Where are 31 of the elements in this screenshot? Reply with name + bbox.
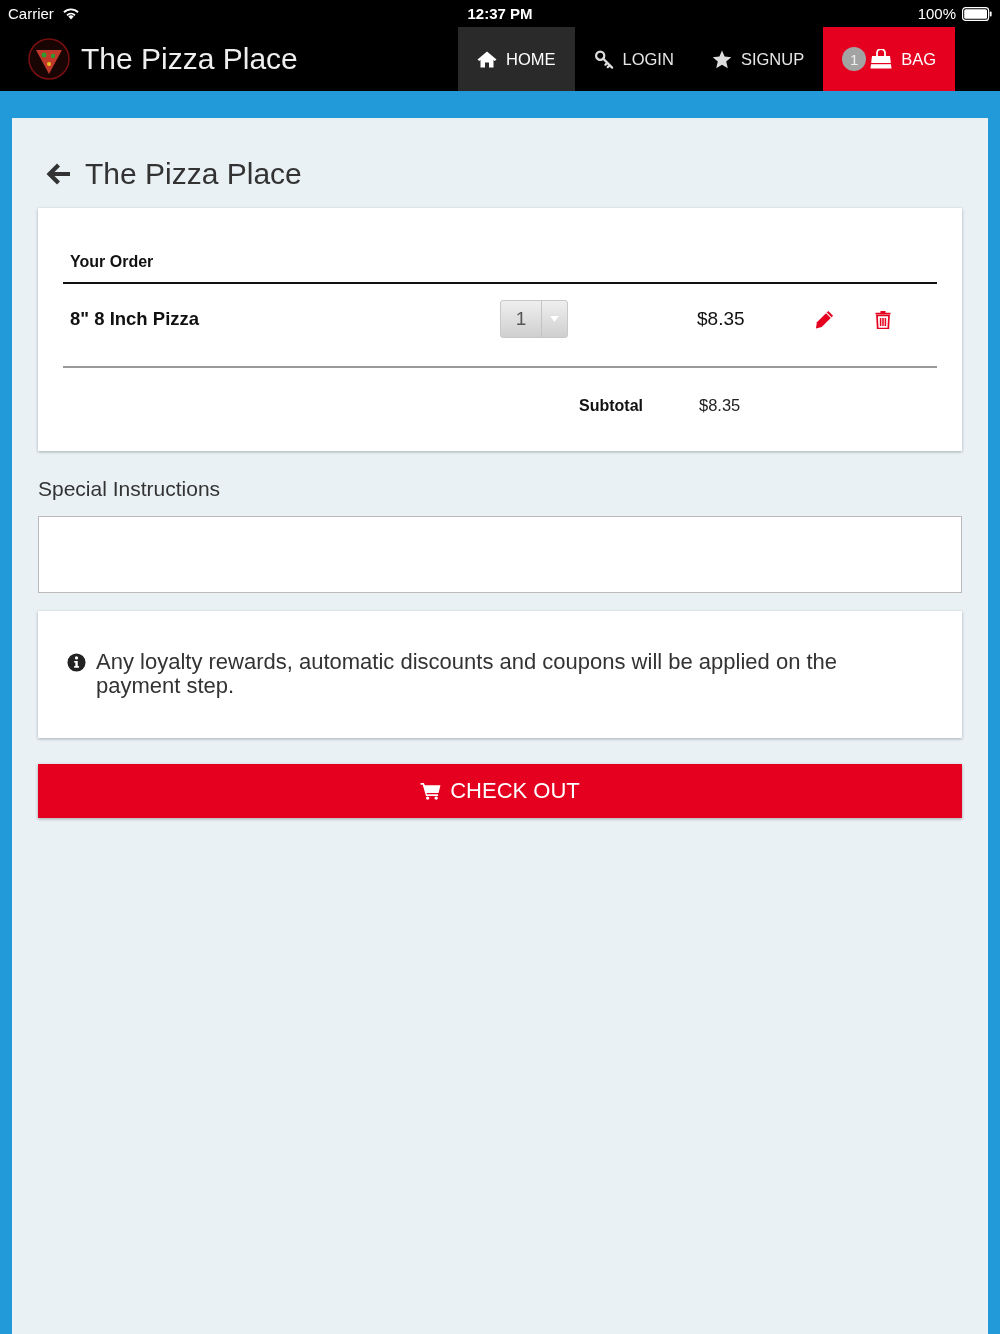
- nav-tab[interactable]: 1 BAG: [823, 27, 955, 91]
- battery-icon: [962, 6, 992, 21]
- item-price: $8.35: [696, 308, 746, 330]
- pencil-icon[interactable]: [814, 309, 834, 329]
- key-icon: [593, 49, 614, 69]
- wifi-icon: [61, 7, 80, 20]
- star-icon: [711, 49, 732, 69]
- subtotal-label: Subtotal: [579, 396, 643, 414]
- home-icon: [477, 49, 497, 69]
- subtotal-value: $8.35: [698, 396, 741, 415]
- cart-icon: [420, 782, 442, 800]
- trash-icon[interactable]: [875, 309, 891, 329]
- special-instructions-label: Special Instructions: [38, 476, 222, 502]
- shopping-bag-icon: [870, 49, 893, 69]
- back-arrow-icon[interactable]: [45, 162, 71, 186]
- page-title: The Pizza Place: [85, 156, 302, 192]
- notice-text: Any loyalty rewards, automatic discounts and coupons will be applied on the payment step.: [96, 650, 839, 698]
- special-instructions-field[interactable]: [38, 516, 962, 593]
- battery-percent: 100%: [917, 5, 956, 22]
- count-badge: 1: [842, 47, 867, 71]
- order-heading: Your Order: [70, 253, 154, 270]
- checkout-button[interactable]: CHECK OUT: [38, 764, 962, 818]
- carrier-label: Carrier: [8, 5, 54, 22]
- brand-title[interactable]: The Pizza Place: [81, 42, 298, 76]
- info-icon: [67, 653, 86, 672]
- caret-icon: [550, 316, 559, 322]
- quantity-select[interactable]: 1: [500, 300, 568, 338]
- pizza-logo-icon: [28, 38, 70, 80]
- nav-tab[interactable]: HOME: [458, 27, 575, 91]
- item-name: 8" 8 Inch Pizza: [69, 308, 201, 330]
- clock-time: 12:37 PM: [467, 5, 533, 22]
